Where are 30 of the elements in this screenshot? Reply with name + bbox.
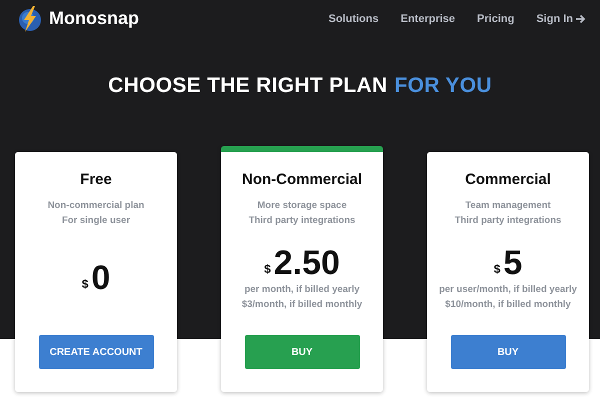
currency-symbol: $	[494, 262, 500, 276]
nav-link[interactable]: Pricing	[477, 12, 514, 24]
plan-feature: More storage space	[257, 199, 347, 212]
brand-name: Monosnap	[49, 8, 139, 29]
plan-feature: Team management	[465, 199, 551, 212]
billing-note: per month, if billed yearly	[244, 283, 360, 297]
logo-icon	[18, 6, 42, 32]
plan-feature: For single user	[62, 214, 130, 227]
currency-symbol: $	[264, 262, 271, 276]
plan-name: Commercial	[465, 171, 551, 190]
plan-name: Non-Commercial	[242, 171, 362, 190]
billing-note: $3/month, if billed monthly	[242, 298, 362, 312]
plan-name: Free	[80, 171, 112, 190]
nav-link[interactable]: Solutions	[328, 12, 379, 24]
billing-note: $10/month, if billed monthly	[445, 298, 571, 312]
plan-feature: Third party integrations	[454, 214, 562, 227]
page-heading: CHOOSE THE RIGHT PLAN	[108, 74, 388, 98]
nav-link[interactable]: Enterprise	[400, 12, 456, 24]
plan-feature: Third party integrations	[248, 214, 356, 227]
price-amount: 2.50	[274, 244, 340, 282]
plan-button[interactable]: BUY	[450, 335, 566, 369]
price-amount: 5	[503, 244, 522, 282]
plan-button[interactable]: CREATE ACCOUNT	[38, 335, 154, 369]
currency-symbol: $	[82, 277, 88, 291]
billing-note: per user/month, if billed yearly	[439, 283, 577, 297]
plan-feature: Non-commercial plan	[48, 199, 144, 212]
page-heading-highlight: FOR YOU	[394, 74, 492, 98]
nav-link[interactable]: Sign In	[536, 12, 586, 24]
arrow-icon	[575, 14, 586, 24]
price-amount: 0	[91, 259, 110, 297]
